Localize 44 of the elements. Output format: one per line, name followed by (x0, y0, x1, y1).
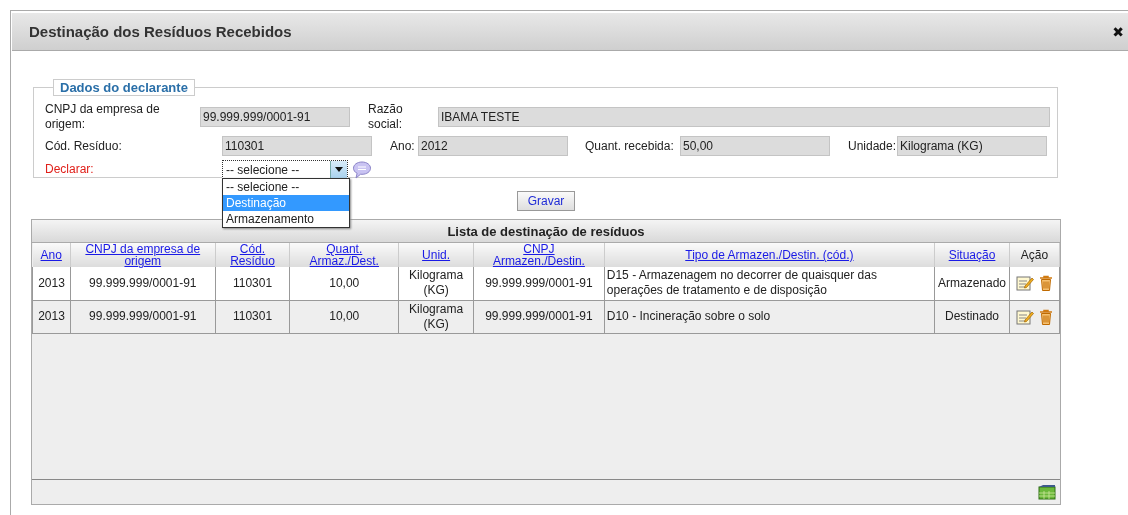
field-label: Cód. Resíduo: (45, 138, 123, 154)
dialog-title: Destinação dos Resíduos Recebidos (29, 23, 292, 40)
edit-icon[interactable] (1016, 308, 1034, 325)
table-cell: 10,00 (289, 267, 399, 300)
table-cell: 99.999.999/0001-91 (70, 300, 216, 333)
table-cell: 2013 (32, 267, 71, 300)
table-cell: 99.999.999/0001-91 (473, 267, 605, 300)
table-cell: D10 - Incineração sobre o solo (604, 300, 935, 333)
text-field[interactable]: IBAMA TESTE (438, 107, 1050, 127)
table-cell: Destinado (934, 300, 1010, 333)
field-label: Unidade: (848, 138, 897, 154)
save-button[interactable]: Gravar (516, 191, 576, 211)
column-header: Ação (1020, 248, 1049, 262)
speech-bubble-icon[interactable] (352, 160, 372, 179)
text-field[interactable]: 2012 (418, 136, 568, 156)
field-label: Razão social: (368, 102, 404, 132)
column-header-link[interactable]: Cód. Resíduo (217, 243, 288, 267)
text-field[interactable]: Kilograma (KG) (897, 136, 1047, 156)
table-cell: 2013 (32, 300, 71, 333)
table-cell: 110301 (215, 267, 290, 300)
text-field[interactable]: 110301 (222, 136, 372, 156)
trash-icon[interactable] (1039, 275, 1053, 292)
dropdown-arrow-icon (335, 167, 343, 172)
field-label: Quant. recebida: (585, 138, 675, 154)
edit-icon[interactable] (1016, 275, 1034, 292)
spreadsheet-export-icon[interactable] (1038, 484, 1056, 500)
table-cell: 10,00 (289, 300, 399, 333)
table-cell: Kilograma (KG) (398, 267, 474, 300)
column-header-link[interactable]: Unid. (422, 249, 451, 261)
table-cell: Kilograma (KG) (398, 300, 474, 333)
field-label: Ano: (390, 138, 416, 154)
section-legend: Dados do declarante (53, 79, 195, 96)
text-field[interactable]: 50,00 (680, 136, 830, 156)
table-cell: 99.999.999/0001-91 (70, 267, 216, 300)
text-field[interactable]: 99.999.999/0001-91 (200, 107, 350, 127)
field-label: Declarar: (45, 162, 95, 177)
field-label: CNPJ da empresa de origem: (45, 102, 161, 132)
table-cell: D15 - Armazenagem no decorrer de quaisquer das operações de tratamento e de disposição (604, 267, 935, 300)
table-cell: 99.999.999/0001-91 (473, 300, 605, 333)
table-cell: 110301 (215, 300, 290, 333)
trash-icon[interactable] (1039, 308, 1053, 325)
dropdown-option[interactable]: -- selecione -- (223, 179, 349, 195)
table-cell: Armazenado (934, 267, 1010, 300)
close-button[interactable]: ✖ (1112, 23, 1124, 40)
